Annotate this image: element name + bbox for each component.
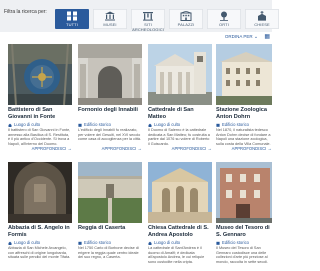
card-description: Il battistero di San Giovanni in Fonte, …: [8, 128, 71, 146]
arrow-right-icon: →: [137, 146, 143, 151]
card-photo: [78, 44, 142, 105]
card-description: La cattedrale di Sant'Andrea è il duomo …: [148, 246, 205, 264]
filter-tab-siti-archeologici[interactable]: SITI ARCHEOLOGICI: [131, 9, 165, 32]
card-title: Stazione Zoologica Anton Dohrn: [216, 107, 267, 120]
card-photo: [8, 162, 72, 223]
card-category: Luogo di culto: [8, 240, 40, 245]
card-more-link[interactable]: APPROFONDISCI →: [32, 146, 72, 151]
filter-tab-label: TUTTI: [66, 22, 78, 27]
museum-icon: [105, 11, 115, 21]
card-title: Abbazia di S. Angelo in Formis: [8, 225, 70, 238]
card-photo: [148, 44, 212, 105]
card-category-label: Edificio storico: [222, 240, 249, 245]
grid-icon: [67, 11, 77, 21]
filter-tab-label: CHIESE: [254, 22, 270, 27]
church-icon: [8, 123, 12, 127]
place-card[interactable]: Museo del Tesoro di S. Gennaro Edificio …: [216, 162, 272, 271]
archaeology-icon: [143, 12, 153, 21]
card-category-label: Edificio storico: [84, 240, 111, 245]
card-more-label: APPROFONDISCI: [231, 146, 267, 151]
palace-icon: [216, 123, 220, 127]
place-card[interactable]: Chiesa Cattedrale di S. Andrea Apostolo …: [148, 162, 212, 271]
church-icon: [148, 123, 152, 127]
garden-icon: [220, 11, 228, 21]
card-title: Cattedrale di San Matteo: [148, 107, 194, 120]
arrow-right-icon: →: [267, 146, 273, 151]
card-more-link[interactable]: APPROFONDISCI →: [172, 146, 212, 151]
church-icon: [8, 241, 12, 245]
place-card[interactable]: Stazione Zoologica Anton Dohrn Edificio …: [216, 44, 272, 153]
filter-tab-label: MUSEI: [103, 22, 117, 27]
card-title: Chiesa Cattedrale di S. Andrea Apostolo: [148, 225, 209, 238]
card-category: Luogo di culto: [8, 122, 40, 127]
sort-label: ORDINA PER: [224, 34, 253, 39]
card-description: Il Museo del Tesoro di San Gennaro custo…: [216, 246, 269, 264]
card-description: L'edificio degli Innabili fu realizzato,…: [78, 128, 142, 142]
card-category-label: Luogo di culto: [154, 122, 181, 127]
card-more-link[interactable]: APPROFONDISCI →: [232, 146, 272, 151]
card-photo: [8, 44, 72, 105]
card-category: Luogo di culto: [148, 122, 180, 127]
card-more-label: APPROFONDISCI: [31, 146, 67, 151]
card-category: Edificio storico: [216, 122, 249, 127]
card-description: Nel 1870, il naturalista tedesco Anton D…: [216, 128, 271, 146]
filter-tab-tutti[interactable]: TUTTI: [55, 9, 89, 29]
card-category-label: Edificio storico: [222, 122, 249, 127]
card-description: Abbazia di San Michele Arcangelo, con af…: [8, 246, 71, 260]
filter-tab-orti[interactable]: ORTI: [207, 9, 241, 29]
filter-tab-palazzi[interactable]: PALAZZI: [169, 9, 203, 29]
filter-tab-chiese[interactable]: CHIESE: [245, 9, 279, 29]
arrow-right-icon: →: [207, 146, 213, 151]
filter-tab-label: ORTI: [219, 22, 229, 27]
place-card[interactable]: Battistero di San Giovanni in Fonte Luog…: [8, 44, 72, 153]
card-title: Reggia di Caserta: [78, 225, 126, 231]
card-more-link[interactable]: APPROFONDISCI →: [102, 146, 142, 151]
grid-view-icon[interactable]: ▦: [264, 33, 270, 40]
card-category-label: Luogo di culto: [14, 122, 41, 127]
card-category-label: Luogo di culto: [14, 240, 41, 245]
palace-icon: [216, 241, 220, 245]
card-category: Edificio storico: [216, 240, 249, 245]
card-photo: [216, 44, 272, 105]
card-title: Battistero di San Giovanni in Fonte: [8, 107, 56, 120]
filter-bar: Filtra la ricerca per: TUTTI MUSEI SITI …: [0, 0, 279, 32]
card-category: Edificio storico: [78, 122, 111, 127]
card-description: Il Duomo di Salerno è la cattedrale dedi…: [148, 128, 210, 146]
card-more-label: APPROFONDISCI: [101, 146, 137, 151]
card-category: Edificio storico: [78, 240, 111, 245]
place-card[interactable]: Fornonio degli Innabili Edificio storico…: [78, 44, 142, 153]
arrow-right-icon: →: [67, 146, 73, 151]
card-category: Luogo di culto: [148, 240, 180, 245]
church-icon: [148, 241, 152, 245]
filter-tab-label: SITI ARCHEOLOGICI: [132, 22, 164, 32]
filter-tab-musei[interactable]: MUSEI: [93, 9, 127, 29]
palace-icon: [78, 123, 82, 127]
sort-control[interactable]: ORDINA PER ⌄ ▦: [225, 33, 270, 40]
card-category-label: Luogo di culto: [154, 240, 181, 245]
chevron-down-icon: ⌄: [253, 34, 259, 40]
place-card[interactable]: Abbazia di S. Angelo in Formis Luogo di …: [8, 162, 72, 271]
card-photo: [216, 162, 272, 223]
place-card[interactable]: Reggia di Caserta Edificio storico Nel 1…: [78, 162, 142, 271]
filter-tab-label: PALAZZI: [177, 22, 195, 27]
card-category-label: Edificio storico: [84, 122, 111, 127]
card-title: Fornonio degli Innabili: [78, 107, 138, 113]
place-card[interactable]: Cattedrale di San Matteo Luogo di culto …: [148, 44, 212, 153]
card-photo: [148, 162, 212, 223]
card-title: Museo del Tesoro di S. Gennaro: [216, 225, 270, 238]
card-photo: [78, 162, 142, 223]
filter-label: Filtra la ricerca per:: [4, 9, 47, 15]
card-more-label: APPROFONDISCI: [171, 146, 207, 151]
palace-icon: [78, 241, 82, 245]
card-description: Nel 1750 Carlo di Borbone decise di erig…: [78, 246, 139, 260]
palace-icon: [180, 11, 192, 21]
church-icon: [258, 11, 266, 21]
